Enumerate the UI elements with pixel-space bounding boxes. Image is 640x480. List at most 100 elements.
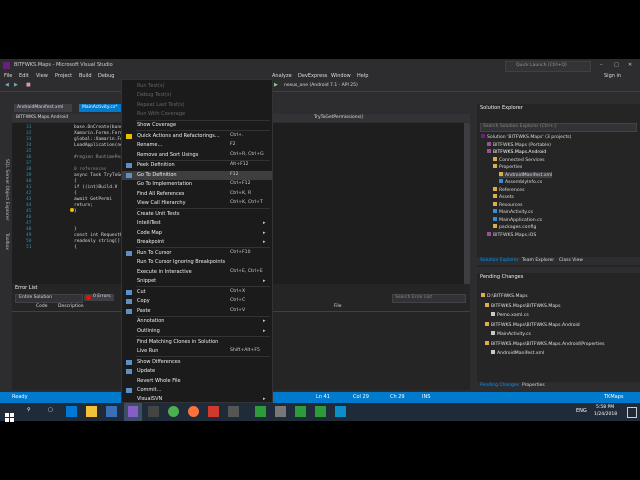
back-icon[interactable]: ◀ [5, 82, 9, 89]
close-button[interactable]: ✕ [628, 62, 632, 69]
pending-change-item[interactable]: AndroidManifest.xml [491, 350, 544, 356]
menu-item-rename[interactable]: Rename... F2 [122, 141, 272, 150]
code-line[interactable]: { [74, 245, 77, 251]
store-icon[interactable] [106, 406, 117, 417]
app-icon[interactable] [255, 406, 266, 417]
menu-debug[interactable]: Debug [98, 73, 114, 80]
column-file[interactable]: File [334, 304, 342, 310]
code-line[interactable]: } [74, 209, 77, 215]
menu-item-run-to-cursor[interactable]: Run To Cursor Ctrl+F10 [122, 249, 272, 258]
menu-item-breakpoint[interactable]: Breakpoint ▸ [122, 238, 272, 247]
firefox-icon[interactable] [188, 406, 199, 417]
clock-time[interactable]: 5:58 PM [596, 405, 614, 411]
nav-project-dropdown[interactable]: BITFWKS.Maps.Android [16, 115, 68, 121]
code-line[interactable]: async Task TryToGet [74, 173, 125, 179]
start-debug-icon[interactable]: ▶ [274, 82, 278, 89]
menu-file[interactable]: File [4, 73, 12, 80]
menu-item-update[interactable]: Update [122, 367, 272, 376]
solution-tree-item[interactable]: Solution 'BITFWKS.Maps' (3 projects) [481, 134, 571, 140]
solution-tree-item[interactable]: MainActivity.cs [493, 209, 533, 215]
solution-tree-item[interactable]: MainApplication.cs [493, 216, 542, 223]
task-view-icon[interactable]: ▢ [48, 407, 53, 414]
menu-item-execute-in-interactive[interactable]: Execute in Interactive Ctrl+E, Ctrl+E [122, 268, 272, 277]
save-icon[interactable]: ■ [26, 82, 31, 89]
menu-item-code-map[interactable]: Code Map ▸ [122, 229, 272, 238]
pending-change-item[interactable]: Pemo.xaml.cs [491, 312, 529, 318]
menu-item-run-to-cursor-ignoring-breakpoints[interactable]: Run To Cursor Ignoring Breakpoints [122, 258, 272, 267]
menu-view[interactable]: View [36, 73, 48, 80]
device-selector[interactable]: nexus_one (Android 7.1 - API 25) [284, 83, 358, 89]
menu-item-find-all-references[interactable]: Find All References Ctrl+K, R [122, 190, 272, 199]
tab-solution-explorer[interactable]: Solution Explorer [480, 258, 519, 264]
menu-help[interactable]: Help [357, 73, 368, 80]
solution-tree-item[interactable]: AndroidManifest.xml [499, 171, 553, 178]
menu-item-paste[interactable]: Paste Ctrl+V [122, 307, 272, 316]
pending-change-item[interactable]: MainActivity.cs [491, 331, 531, 337]
side-tab-sql[interactable]: SQL Server Object Explorer [3, 159, 9, 220]
quick-launch-input[interactable]: Quick Launch (Ctrl+Q) [516, 63, 567, 69]
solution-tree-item[interactable]: Connected Services [493, 156, 545, 163]
visual-studio-taskbar-button[interactable] [124, 403, 142, 421]
menu-edit[interactable]: Edit [19, 73, 29, 80]
app-icon[interactable] [228, 406, 239, 417]
app-icon[interactable] [295, 406, 306, 417]
menu-item-cut[interactable]: Cut Ctrl+X [122, 288, 272, 297]
menu-item-snippet[interactable]: Snippet ▸ [122, 277, 272, 286]
menu-item-view-call-hierarchy[interactable]: View Call Hierarchy Ctrl+K, Ctrl+T [122, 199, 272, 208]
windows-start-icon[interactable] [5, 407, 14, 422]
nav-member-dropdown[interactable]: TryToGetPermissions() [314, 115, 364, 121]
maximize-button[interactable]: □ [614, 62, 619, 69]
solution-tree-item[interactable]: Properties [493, 164, 522, 170]
code-line[interactable]: if ((int)Build.V [74, 185, 117, 191]
pending-change-item[interactable]: BITFWKS.Maps\BITFWKS.Maps.Android [485, 321, 580, 328]
menu-devexpress[interactable]: DevExpress [298, 73, 327, 80]
forward-icon[interactable]: ▶ [14, 82, 18, 89]
menu-item-outlining[interactable]: Outlining ▸ [122, 327, 272, 336]
menu-item-copy[interactable]: Copy Ctrl+C [122, 297, 272, 306]
app-icon[interactable] [208, 406, 219, 417]
menu-item-create-unit-tests[interactable]: Create Unit Tests [122, 210, 272, 219]
menu-item-go-to-definition[interactable]: Go To Definition F12 [122, 170, 272, 180]
tab-androidmanifest[interactable]: AndroidManifest.xml [14, 104, 72, 112]
edge-icon[interactable] [66, 406, 77, 417]
solution-tree-item[interactable]: BITFWKS.Maps.iOS [487, 231, 536, 238]
side-tab-toolbox[interactable]: Toolbox [3, 233, 9, 250]
menu-project[interactable]: Project [55, 73, 72, 80]
pending-change-item[interactable]: BITFWKS.Maps\BITFWKS.Maps.Android\Proper… [485, 340, 604, 347]
menu-window[interactable]: Window [331, 73, 351, 80]
quick-launch-box[interactable]: Quick Launch (Ctrl+Q) [505, 61, 591, 72]
menu-build[interactable]: Build [79, 73, 92, 80]
language-indicator[interactable]: ENG [576, 408, 587, 415]
solution-tree-item[interactable]: BITFWKS.Maps.Android [487, 149, 546, 155]
error-search-input[interactable]: Search Error List [395, 295, 432, 301]
menu-item-find-matching-clones-in-solution[interactable]: Find Matching Clones in Solution [122, 338, 272, 347]
lightbulb-icon[interactable] [70, 208, 74, 212]
menu-item-annotation[interactable]: Annotation ▸ [122, 317, 272, 326]
tab-pending-changes[interactable]: Pending Changes [480, 383, 519, 389]
pending-change-item[interactable]: D:\BITFWKS.Maps [481, 293, 528, 299]
solution-search-input[interactable]: Search Solution Explorer (Ctrl+;) [483, 124, 557, 130]
chrome-icon[interactable] [168, 406, 179, 417]
file-explorer-icon[interactable] [86, 406, 97, 417]
app-icon[interactable] [275, 406, 286, 417]
menu-item-go-to-implementation[interactable]: Go To Implementation Ctrl+F12 [122, 180, 272, 189]
tab-team-explorer[interactable]: Team Explorer [522, 258, 554, 264]
tab-class-view[interactable]: Class View [559, 258, 583, 264]
pending-change-item[interactable]: BITFWKS.Maps\BITFWKS.Maps [485, 302, 561, 309]
solution-tree-item[interactable]: References [493, 186, 525, 193]
menu-item-remove-and-sort-usings[interactable]: Remove and Sort Usings Ctrl+R, Ctrl+G [122, 151, 272, 160]
column-code[interactable]: Code [36, 304, 48, 310]
menu-item-revert-whole-file[interactable]: Revert Whole File [122, 377, 272, 386]
menu-item-peek-definition[interactable]: Peek Definition Alt+F12 [122, 161, 272, 170]
error-search-box[interactable]: Search Error List [392, 294, 466, 303]
app-icon[interactable] [148, 406, 159, 417]
app-icon[interactable] [335, 406, 346, 417]
notifications-icon[interactable] [627, 407, 637, 418]
minimize-button[interactable]: – [600, 62, 603, 69]
menu-item-live-run[interactable]: Live Run Shift+Alt+F5 [122, 347, 272, 356]
solution-tree-item[interactable]: AssemblyInfo.cs [499, 179, 542, 185]
sign-in-link[interactable]: Sign in [604, 73, 621, 80]
solution-tree-item[interactable]: packages.config [493, 224, 536, 230]
status-branch[interactable]: TKMaps [604, 394, 624, 401]
errors-filter-button[interactable]: 0 Errors [84, 294, 114, 301]
